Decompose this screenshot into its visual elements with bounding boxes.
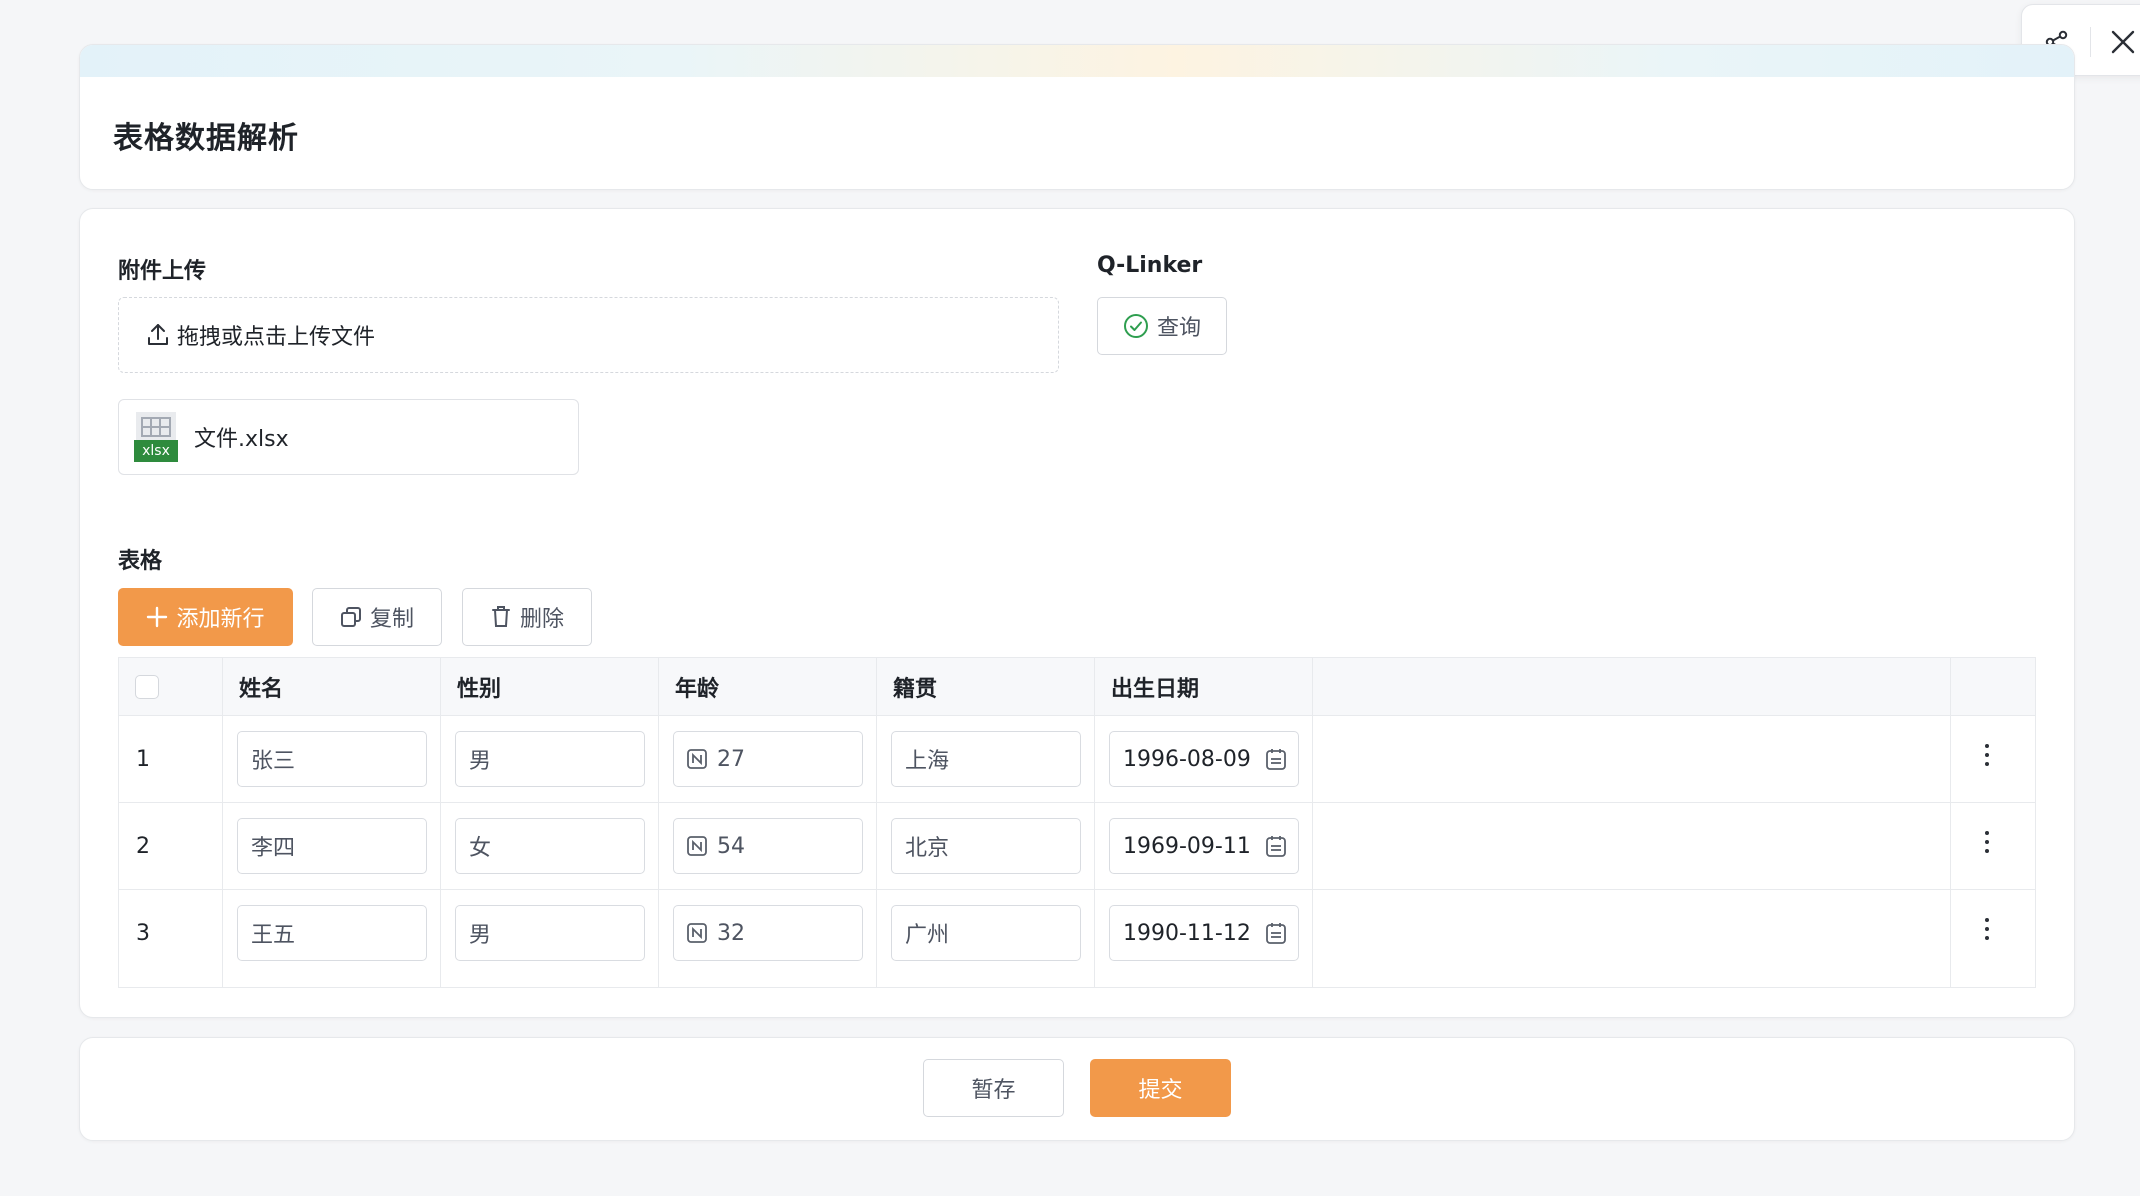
column-header-gender: 性别 — [457, 677, 502, 702]
number-icon — [687, 836, 707, 856]
name-input[interactable]: 张三 — [237, 731, 427, 787]
calendar-icon — [1266, 835, 1286, 863]
calendar-icon — [1266, 748, 1286, 776]
xlsx-file-icon: xlsx — [134, 412, 178, 462]
birthdate-value: 1996-08-09 — [1123, 746, 1251, 772]
birthdate-picker[interactable]: 1996-08-09 — [1109, 731, 1299, 787]
add-row-button[interactable]: 添加新行 — [118, 588, 293, 646]
gender-value: 男 — [469, 923, 492, 948]
column-header-name: 姓名 — [239, 677, 284, 702]
delete-label: 删除 — [519, 607, 564, 632]
gender-input[interactable]: 男 — [455, 731, 645, 787]
save-draft-button[interactable]: 暂存 — [923, 1059, 1064, 1117]
copy-label: 复制 — [369, 607, 414, 632]
name-value: 李四 — [251, 836, 296, 861]
name-value: 王五 — [251, 923, 296, 948]
table-label: 表格 — [118, 549, 163, 574]
age-input[interactable]: 54 — [673, 818, 863, 874]
hometown-value: 广州 — [905, 923, 950, 948]
xlsx-badge-text: xlsx — [142, 443, 170, 459]
table-row: 2 李四 女 54 北京 1969-09-11 — [119, 803, 2035, 890]
age-input[interactable]: 27 — [673, 731, 863, 787]
page-title: 表格数据解析 — [113, 121, 299, 156]
gender-input[interactable]: 女 — [455, 818, 645, 874]
age-value: 27 — [717, 746, 745, 772]
row-more-icon[interactable] — [1983, 918, 1991, 948]
row-index: 2 — [136, 834, 150, 859]
row-more-icon[interactable] — [1983, 831, 1991, 861]
column-header-hometown: 籍贯 — [893, 677, 938, 702]
hometown-input[interactable]: 广州 — [891, 905, 1081, 961]
birthdate-value: 1990-11-12 — [1123, 920, 1251, 946]
birthdate-value: 1969-09-11 — [1123, 833, 1251, 859]
upload-placeholder: 拖拽或点击上传文件 — [177, 325, 376, 350]
age-value: 54 — [717, 833, 745, 859]
submit-label: 提交 — [1138, 1078, 1183, 1103]
hometown-value: 北京 — [905, 836, 950, 861]
upload-label: 附件上传 — [118, 259, 207, 284]
data-table: 姓名 性别 年龄 籍贯 出生日期 1 张三 男 27 上海 1996-08-09 — [118, 657, 2036, 988]
save-draft-label: 暂存 — [971, 1078, 1016, 1103]
name-input[interactable]: 王五 — [237, 905, 427, 961]
row-more-icon[interactable] — [1983, 744, 1991, 774]
header-gradient-bar — [80, 45, 2074, 77]
submit-button[interactable]: 提交 — [1090, 1059, 1231, 1117]
table-row: 3 王五 男 32 广州 1990-11-12 — [119, 890, 2035, 977]
table-header: 姓名 性别 年龄 籍贯 出生日期 — [119, 658, 2035, 716]
copy-icon — [340, 606, 362, 628]
header-card: 表格数据解析 — [79, 44, 2075, 190]
age-input[interactable]: 32 — [673, 905, 863, 961]
uploaded-file-item[interactable]: xlsx 文件.xlsx — [118, 399, 579, 475]
birthdate-picker[interactable]: 1990-11-12 — [1109, 905, 1299, 961]
hometown-value: 上海 — [905, 749, 950, 774]
row-index: 3 — [136, 921, 150, 946]
upload-icon — [147, 323, 169, 347]
hometown-input[interactable]: 上海 — [891, 731, 1081, 787]
close-icon[interactable] — [2108, 27, 2138, 57]
toolbar-divider — [2090, 27, 2091, 57]
form-card: 附件上传 拖拽或点击上传文件 xlsx 文件.xlsx Q-Linker 查询 … — [79, 208, 2075, 1018]
check-circle-icon — [1123, 313, 1149, 339]
age-value: 32 — [717, 920, 745, 946]
hometown-input[interactable]: 北京 — [891, 818, 1081, 874]
trash-icon — [490, 605, 512, 629]
row-index: 1 — [136, 747, 150, 772]
number-icon — [687, 749, 707, 769]
column-header-birthdate: 出生日期 — [1111, 677, 1200, 702]
footer-card: 暂存 提交 — [79, 1037, 2075, 1141]
gender-value: 男 — [469, 749, 492, 774]
birthdate-picker[interactable]: 1969-09-11 — [1109, 818, 1299, 874]
table-row: 1 张三 男 27 上海 1996-08-09 — [119, 716, 2035, 803]
number-icon — [687, 923, 707, 943]
add-row-label: 添加新行 — [176, 607, 265, 632]
qlinker-label: Q-Linker — [1097, 253, 1203, 278]
select-all-checkbox[interactable] — [135, 675, 159, 699]
gender-input[interactable]: 男 — [455, 905, 645, 961]
delete-button[interactable]: 删除 — [462, 588, 592, 646]
name-input[interactable]: 李四 — [237, 818, 427, 874]
upload-dropzone[interactable]: 拖拽或点击上传文件 — [118, 297, 1059, 373]
copy-button[interactable]: 复制 — [312, 588, 442, 646]
gender-value: 女 — [469, 836, 492, 861]
plus-icon — [146, 606, 168, 628]
column-header-age: 年龄 — [675, 677, 720, 702]
calendar-icon — [1266, 922, 1286, 950]
query-button-label: 查询 — [1156, 316, 1201, 341]
query-button[interactable]: 查询 — [1097, 297, 1227, 355]
name-value: 张三 — [251, 749, 296, 774]
file-name: 文件.xlsx — [194, 427, 289, 452]
